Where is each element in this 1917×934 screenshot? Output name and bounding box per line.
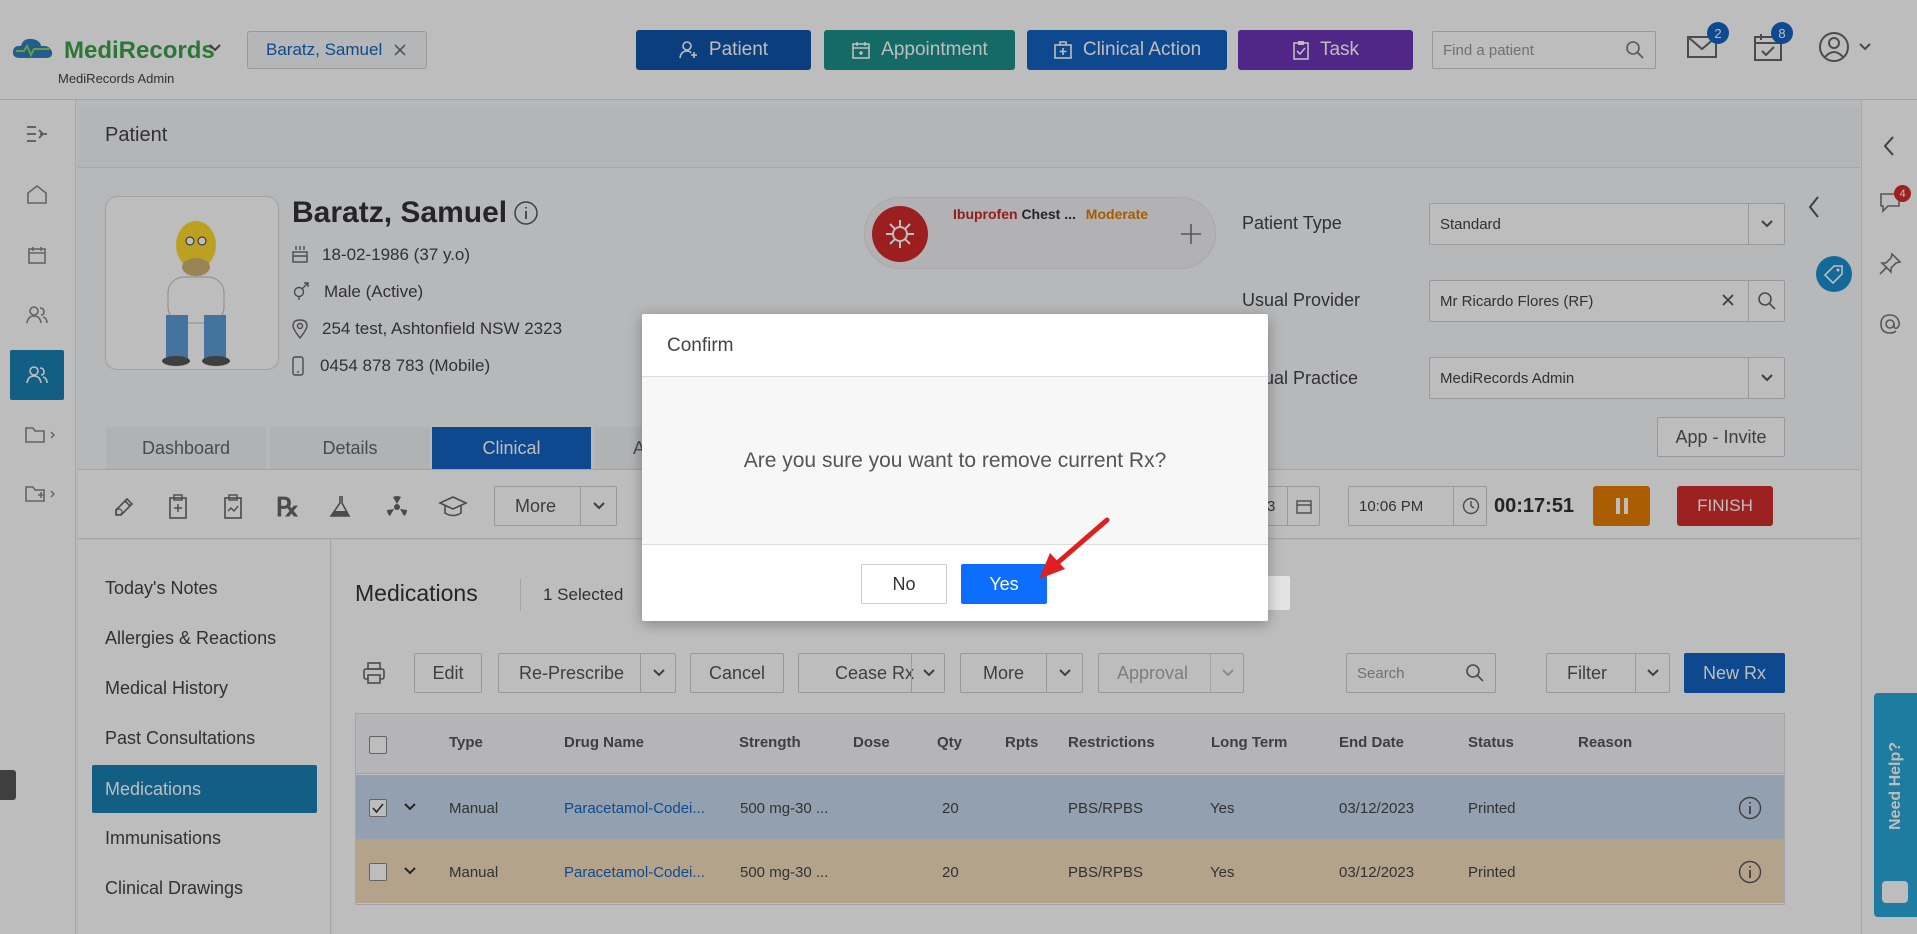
no-button[interactable]: No xyxy=(861,564,947,604)
arrow-annotation-icon xyxy=(1035,515,1115,583)
confirm-dialog: Confirm Are you sure you want to remove … xyxy=(642,314,1268,621)
dialog-message: Are you sure you want to remove current … xyxy=(743,448,1167,472)
dialog-body: Are you sure you want to remove current … xyxy=(642,377,1268,545)
dialog-header: Confirm xyxy=(642,314,1268,377)
dialog-title: Confirm xyxy=(667,335,734,356)
